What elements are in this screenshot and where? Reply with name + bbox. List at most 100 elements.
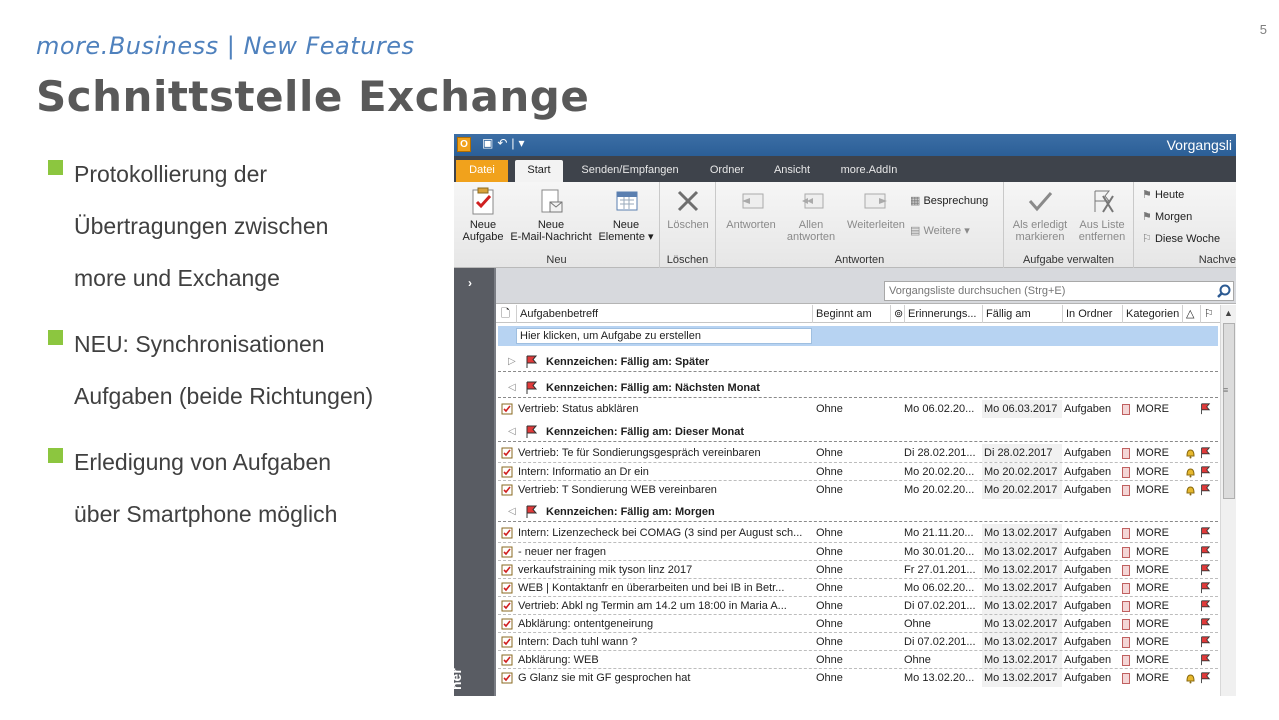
collapse-arrow-icon[interactable]: ◁ [508,502,516,522]
follow-up-flag-icon[interactable] [1199,636,1211,649]
tab-ordner[interactable]: Ordner [700,160,754,182]
task-due-date: Mo 13.02.2017 [982,579,1062,597]
task-row[interactable]: G Glanz sie mit GF gesprochen hat Ohne Mo … [498,668,1218,687]
scroll-grip-icon: ≡ [1223,385,1229,395]
follow-up-today[interactable]: ⚑ Heute [1142,188,1184,201]
new-task-row[interactable]: Hier klicken, um Aufgabe zu erstellen [498,326,1218,346]
tab-more-addin[interactable]: more.AddIn [832,160,906,182]
task-row[interactable]: Vertrieb: Status abklären Ohne Mo 06.02.20… [498,400,1218,418]
follow-up-flag-icon[interactable] [1199,672,1211,685]
task-row[interactable]: verkaufstraining mik tyson linz 2017 Ohne… [498,560,1218,579]
follow-up-flag-icon[interactable] [1199,527,1211,540]
new-task-button[interactable]: Neue Aufgabe [458,186,508,243]
task-subject: WEB | Kontaktanfr en überarbeiten und be… [518,582,785,594]
follow-up-flag-icon[interactable] [1199,447,1211,460]
new-email-label-1: Neue [537,219,565,231]
new-task-input[interactable]: Hier klicken, um Aufgabe zu erstellen [516,328,812,344]
task-row[interactable]: Abklärung: ontentgeneirung Ohne Ohne Mo 13.… [498,614,1218,633]
task-row[interactable]: Vertrieb: T Sondierung WEB vereinbaren Oh… [498,480,1218,499]
task-row[interactable]: Abklärung: WEB Ohne Ohne Mo 13.02.2017 Aufga… [498,650,1218,669]
follow-up-flag-icon[interactable] [1199,546,1211,559]
group-header-row[interactable]: ◁ Kennzeichen: Fällig am: Dieser Monat [498,422,1218,442]
column-header-reminder[interactable]: Erinnerungs... [904,305,982,323]
reply-button[interactable]: Antworten [720,186,782,231]
task-row[interactable]: Intern: Lizenzecheck bei COMAG (3 sind p… [498,524,1218,542]
follow-up-tomorrow[interactable]: ⚑ Morgen [1142,210,1192,223]
slide-subtitle: more.Business | New Features [36,32,415,60]
follow-up-flag-icon[interactable] [1199,618,1211,631]
delete-x-icon [677,190,699,212]
follow-up-flag-icon[interactable] [1199,564,1211,577]
task-start-date: Ohne [816,484,843,496]
group-header-row[interactable]: ◁ Kennzeichen: Fällig am: Morgen [498,502,1218,522]
task-icon [501,484,513,496]
follow-up-flag-icon[interactable] [1199,403,1211,416]
column-header-categories[interactable]: Kategorien [1122,305,1182,323]
column-header-reminder-bell[interactable]: △ [1182,305,1200,323]
collapse-arrow-icon[interactable]: ◁ [508,422,516,442]
flag-today-icon: ⚑ [1142,189,1152,201]
bullet-item: Protokollierung der Übertragungen zwisch… [48,148,428,304]
group-header-row[interactable]: ▷ Kennzeichen: Fällig am: Später [498,352,1218,372]
task-due-date: Mo 13.02.2017 [982,651,1062,669]
task-start-date: Ohne [816,527,843,539]
task-row[interactable]: Vertrieb: Abkl ng Termin am 14.2 um 18:0… [498,596,1218,615]
forward-button[interactable]: Weiterleiten [842,186,910,231]
flag-this-week-icon: ⚐ [1142,233,1152,245]
new-email-icon [541,189,563,213]
task-row[interactable]: Intern: Dach tuhl wann ? Ohne Di 07.02.201… [498,632,1218,651]
tab-senden-empfangen[interactable]: Senden/Empfangen [572,160,688,182]
task-category: MORE [1136,466,1169,478]
task-reminder: Ohne [904,618,931,630]
search-input[interactable] [884,281,1234,301]
new-items-button[interactable]: Neue Elemente ▾ [596,186,656,243]
tab-start[interactable]: Start [515,160,563,182]
column-header-start[interactable]: Beginnt am [812,305,890,323]
follow-up-flag-icon[interactable] [1199,484,1211,497]
column-header-subject[interactable]: Aufgabenbetreff [516,305,812,323]
remove-from-list-button[interactable]: Aus Liste entfernen [1072,186,1132,243]
bullet-item: Erledigung von Aufgaben über Smartphone … [48,436,428,540]
task-start-date: Ohne [816,582,843,594]
delete-button[interactable]: Löschen [663,186,713,231]
more-respond-button[interactable]: ▤ Weitere ▾ [910,224,970,237]
task-row[interactable]: Intern: Informatio an Dr ein Ohne Mo 20.02… [498,462,1218,481]
follow-up-flag-icon[interactable] [1199,466,1211,479]
expand-pane-icon[interactable]: › [468,276,472,290]
follow-up-flag-icon[interactable] [1199,654,1211,667]
scroll-thumb[interactable] [1223,323,1235,499]
scroll-up-arrow-icon[interactable]: ▲ [1224,308,1233,318]
task-folder: Aufgaben [1064,466,1112,478]
search-icon[interactable] [1216,283,1232,299]
tab-datei[interactable]: Datei [456,160,508,182]
bullet-line: NEU: Synchronisationen [74,331,325,357]
column-icon-header[interactable]: 🗋 [498,305,516,323]
mark-complete-label-1: Als erledigt [1012,219,1068,231]
task-row[interactable]: WEB | Kontaktanfr en überarbeiten und be… [498,578,1218,597]
quick-access-toolbar[interactable]: ▣↶|▾ [482,136,529,150]
new-email-button[interactable]: Neue E-Mail-Nachricht [508,186,594,243]
vertical-scrollbar[interactable]: ▲ ≡ [1220,305,1236,696]
task-due-date: Mo 13.02.2017 [982,543,1062,561]
follow-up-flag-icon[interactable] [1199,600,1211,613]
tab-ansicht[interactable]: Ansicht [766,160,818,182]
group-header-row[interactable]: ◁ Kennzeichen: Fällig am: Nächsten Monat [498,378,1218,398]
meeting-button[interactable]: ▦ Besprechung [910,194,988,207]
follow-up-this-week[interactable]: ⚐ Diese Woche [1142,232,1220,245]
column-header-due[interactable]: Fällig am [982,305,1062,323]
expand-arrow-icon[interactable]: ▷ [508,352,516,372]
follow-up-flag-icon[interactable] [1199,582,1211,595]
column-header-attachment[interactable]: ⊚ [890,305,904,323]
task-icon [501,527,513,539]
task-subject: Intern: Dach tuhl wann ? [518,636,638,648]
reply-all-button[interactable]: Allen antworten [782,186,840,243]
task-row[interactable]: Vertrieb: Te für Sondierungsgespräch ver… [498,444,1218,462]
collapse-arrow-icon[interactable]: ◁ [508,378,516,398]
column-header-folder[interactable]: In Ordner [1062,305,1122,323]
task-row[interactable]: - neuer ner fragen Ohne Mo 30.01.20... Mo 1… [498,542,1218,561]
mark-complete-button[interactable]: Als erledigt markieren [1008,186,1072,243]
task-reminder: Mo 20.02.20... [904,466,975,478]
more-respond-icon: ▤ [910,225,921,237]
column-header-flag[interactable]: ⚐ [1200,305,1220,323]
task-category: MORE [1136,546,1169,558]
